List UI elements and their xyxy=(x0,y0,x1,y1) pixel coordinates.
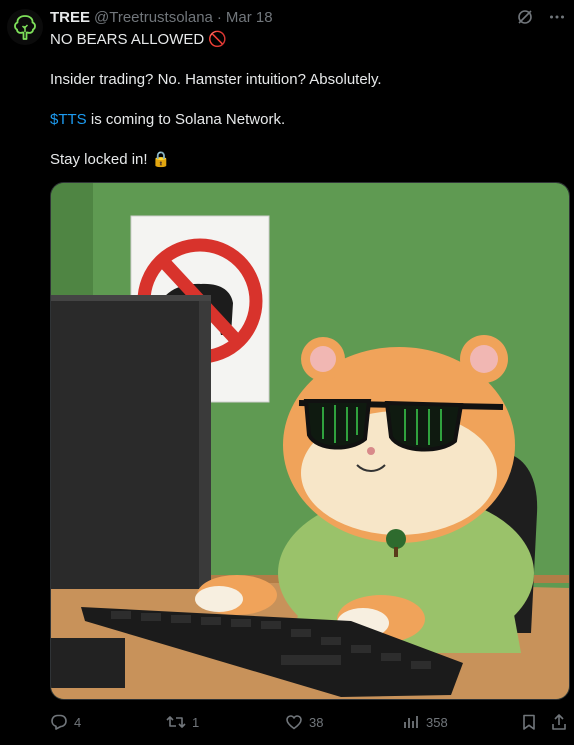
line-1-text: NO BEARS ALLOWED xyxy=(50,31,205,48)
post-image[interactable] xyxy=(50,182,570,700)
repost-button[interactable]: 1 xyxy=(166,713,199,731)
top-icons xyxy=(516,8,566,26)
reply-count: 4 xyxy=(74,714,82,730)
post-header: TREE @Treetrustsolana · Mar 18 xyxy=(50,9,273,27)
like-count: 38 xyxy=(309,714,324,730)
more-icon[interactable] xyxy=(548,8,566,26)
line-4-text: Stay locked in! xyxy=(50,151,148,168)
views-button[interactable]: 358 xyxy=(402,713,448,731)
post-line-1: NO BEARS ALLOWED 🚫 xyxy=(50,30,227,50)
post-date[interactable]: Mar 18 xyxy=(226,9,273,27)
cashtag-link[interactable]: $TTS xyxy=(50,111,87,128)
lock-emoji: 🔒 xyxy=(151,151,171,168)
repost-count: 1 xyxy=(192,714,200,730)
author-handle[interactable]: @Treetrustsolana xyxy=(94,9,213,27)
like-icon xyxy=(286,715,302,730)
reply-button[interactable]: 4 xyxy=(50,713,81,731)
like-button[interactable]: 38 xyxy=(285,713,323,731)
author-name[interactable]: TREE xyxy=(50,9,90,27)
tree-avatar-icon xyxy=(14,15,36,40)
action-bar: 4 1 38 358 xyxy=(50,712,568,732)
separator: · xyxy=(216,9,222,26)
post-line-2: Insider trading? No. Hamster intuition? … xyxy=(50,71,382,88)
avatar[interactable] xyxy=(7,9,43,45)
repost-icon xyxy=(166,716,186,728)
post-line-3: $TTS is coming to Solana Network. xyxy=(50,110,285,130)
post-line-4: Stay locked in! 🔒 xyxy=(50,150,170,170)
views-icon xyxy=(404,716,418,728)
grok-icon[interactable] xyxy=(516,8,534,26)
hamster-illustration xyxy=(51,183,569,699)
post[interactable]: TREE @Treetrustsolana · Mar 18 NO BEARS … xyxy=(0,0,574,745)
line-3-rest: is coming to Solana Network. xyxy=(86,111,286,128)
share-icon[interactable] xyxy=(550,713,568,731)
prohibited-emoji: 🚫 xyxy=(208,31,228,48)
bookmark-icon[interactable] xyxy=(520,713,538,731)
views-count: 358 xyxy=(426,714,448,730)
reply-icon xyxy=(51,714,67,730)
